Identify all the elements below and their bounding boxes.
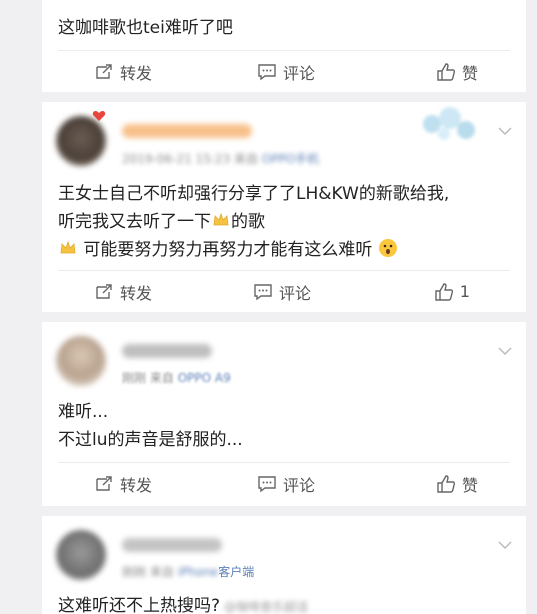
- crown-emoji-icon: [213, 212, 229, 226]
- post-meta: 刚刚 来自 OPPO A9: [122, 371, 231, 385]
- post-actions: 转发 评论 赞: [58, 50, 510, 92]
- chevron-down-icon[interactable]: [498, 124, 512, 138]
- chevron-down-icon[interactable]: [498, 344, 512, 358]
- post-header: 2019-06-21 15:23 来自 OPPO手机: [42, 102, 526, 172]
- crown-emoji-icon: [60, 240, 76, 254]
- repost-label: 转发: [120, 475, 153, 495]
- chevron-down-icon[interactable]: [498, 538, 512, 552]
- repost-icon: [96, 63, 112, 79]
- post-text: 这难听还不上热搜吗? @咖啡音乐超话: [58, 592, 512, 614]
- device-source[interactable]: OPPO手机: [262, 152, 319, 166]
- comment-icon: [254, 283, 272, 300]
- comment-button[interactable]: 评论: [219, 271, 344, 312]
- post-text-line-2: 听完我又去听了一下 的歌: [58, 212, 265, 232]
- comment-label: 评论: [282, 63, 315, 83]
- comment-button[interactable]: 评论: [222, 51, 350, 92]
- post-actions: 转发 评论 赞: [58, 462, 510, 504]
- user-avatar[interactable]: [56, 116, 106, 166]
- repost-label: 转发: [120, 283, 153, 303]
- post-text: 难听... 不过lu的声音是舒服的...: [58, 398, 512, 454]
- device-source[interactable]: OPPO A9: [178, 371, 231, 385]
- user-avatar[interactable]: [56, 530, 106, 580]
- repost-label: 转发: [120, 63, 153, 83]
- repost-button[interactable]: 转发: [58, 51, 222, 92]
- post-meta: 2019-06-21 15:23 来自 OPPO手机: [122, 152, 320, 166]
- post-meta: 刚刚 来自 iPhone客户端: [122, 565, 255, 579]
- user-avatar[interactable]: [56, 336, 106, 386]
- post-header: 刚刚 来自 OPPO A9: [42, 322, 526, 392]
- shocked-face-emoji-icon: [378, 239, 397, 257]
- post-text-line-1: 王女士自己不听却强行分享了了LH&KW的新歌给我,: [58, 184, 450, 204]
- repost-button[interactable]: 转发: [58, 463, 222, 504]
- post-card-1: 这咖啡歌也tei难听了吧 转发 评论 赞: [42, 0, 526, 92]
- repost-button[interactable]: 转发: [58, 271, 219, 312]
- post-text-line-3: 可能要努力努力再努力才能有这么难听: [58, 236, 512, 264]
- comment-button[interactable]: 评论: [222, 463, 350, 504]
- comment-icon: [258, 475, 276, 492]
- post-text-line-2: 不过lu的声音是舒服的...: [58, 430, 243, 450]
- thumbs-up-icon: [437, 474, 456, 493]
- like-button[interactable]: 赞: [350, 51, 510, 92]
- like-button[interactable]: 1: [345, 271, 510, 312]
- post-text-line-1: 这难听还不上热搜吗? @咖啡音乐超话: [58, 596, 309, 614]
- flower-decoration: [423, 107, 475, 140]
- post-text: 王女士自己不听却强行分享了了LH&KW的新歌给我, 听完我又去听了一下 的歌 可能…: [58, 180, 512, 264]
- like-count: 1: [459, 282, 470, 301]
- thumbs-up-icon: [437, 62, 456, 81]
- post-actions: 转发 评论 1: [58, 270, 510, 312]
- thumbs-up-icon: [435, 282, 453, 301]
- like-label: 赞: [461, 63, 478, 83]
- post-text: 这咖啡歌也tei难听了吧: [58, 18, 233, 38]
- post-card-4: 刚刚 来自 iPhone客户端 这难听还不上热搜吗? @咖啡音乐超话: [42, 516, 526, 614]
- user-name[interactable]: [122, 124, 252, 138]
- repost-icon: [96, 475, 112, 491]
- comment-label: 评论: [282, 475, 315, 495]
- comment-label: 评论: [278, 283, 311, 303]
- user-name[interactable]: [122, 344, 212, 358]
- user-name[interactable]: [122, 538, 222, 552]
- repost-icon: [96, 283, 112, 299]
- post-header: 刚刚 来自 iPhone客户端: [42, 516, 526, 586]
- like-label: 赞: [461, 475, 478, 495]
- like-button[interactable]: 赞: [350, 463, 510, 504]
- post-card-2: 2019-06-21 15:23 来自 OPPO手机 王女士自己不听却强行分享了…: [42, 102, 526, 312]
- post-text-line-1: 难听...: [58, 402, 109, 422]
- post-card-3: 刚刚 来自 OPPO A9 难听... 不过lu的声音是舒服的... 转发 评论…: [42, 322, 526, 506]
- heart-badge-icon: [92, 111, 106, 121]
- device-source[interactable]: 客户端: [218, 565, 254, 579]
- comment-icon: [258, 63, 276, 80]
- watermark: @咖啡音乐超话: [224, 600, 309, 614]
